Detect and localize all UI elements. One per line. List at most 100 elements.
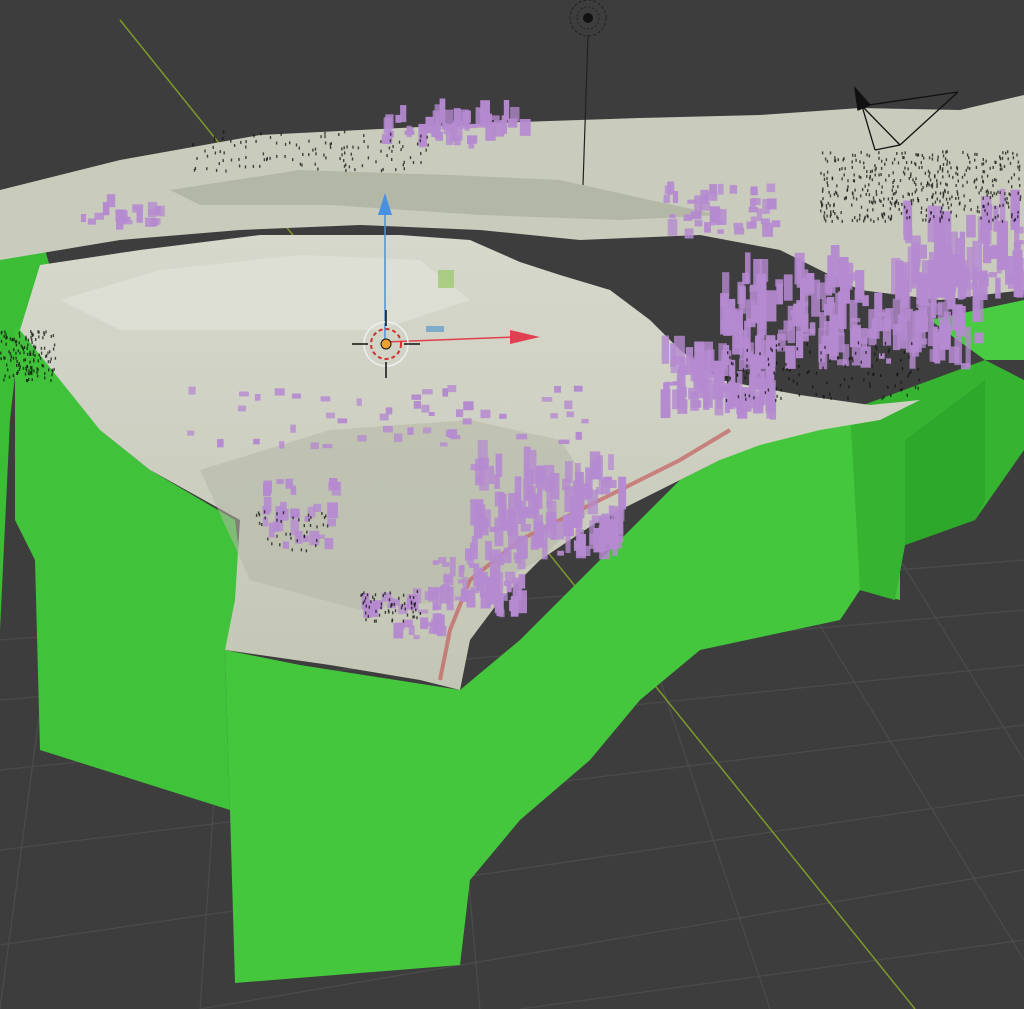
building [425,116,434,134]
point [398,596,400,600]
point [897,202,900,206]
building [948,277,957,293]
point [244,165,247,169]
building [263,483,271,497]
point [322,523,325,527]
point [820,351,822,355]
point [31,341,33,345]
point [893,202,896,206]
point [7,368,9,372]
point [426,135,428,139]
point [880,353,882,357]
point [969,199,971,202]
point [748,394,751,398]
point [29,352,32,356]
building [480,100,490,126]
building [915,314,925,333]
point [366,593,369,597]
building [982,273,989,287]
point [950,166,952,170]
point [258,521,261,525]
point [310,516,312,520]
point [946,159,949,163]
point [869,170,872,174]
point [912,178,914,182]
point [841,167,843,171]
point [309,524,312,527]
point [0,351,2,355]
point [389,591,391,595]
point [956,167,959,171]
point [19,365,21,369]
plane-handle-xy[interactable] [426,326,444,332]
point [952,175,954,179]
point [840,211,842,215]
point [831,219,833,223]
point [848,357,850,361]
building [920,244,927,259]
point [841,219,843,223]
building [80,214,86,223]
viewport-canvas[interactable] [0,0,1024,1009]
point [1001,167,1003,171]
building [618,476,627,510]
point [980,216,982,220]
point [230,139,232,143]
point [3,356,5,360]
point [725,399,728,402]
building [394,433,403,442]
building [290,424,296,433]
point [936,179,938,183]
building [357,435,367,442]
point [284,142,287,146]
point [44,376,46,380]
point [1001,219,1004,223]
point [388,610,390,614]
point [737,395,740,399]
point [935,191,937,195]
building [729,185,738,194]
point [881,212,883,216]
point [939,199,941,203]
point [775,361,778,365]
point [836,215,838,219]
point [911,202,913,206]
building [356,398,362,406]
point [884,341,887,345]
point [844,167,846,171]
point [52,334,55,338]
building [449,557,456,577]
origin-dot [380,338,392,350]
point [928,183,930,187]
point [822,197,824,201]
point [915,183,917,187]
point [880,191,883,194]
building [775,279,784,287]
point [21,346,24,350]
building [523,446,531,478]
building [432,605,442,610]
building [990,245,1000,259]
plane-handle-xz[interactable] [438,270,454,288]
point [852,359,854,363]
point [982,179,984,183]
point [214,138,216,142]
point [843,197,846,201]
building [421,404,430,413]
building [490,592,500,605]
point [1004,197,1006,201]
point [4,330,6,334]
point [35,338,37,341]
point [986,212,988,216]
building [916,300,922,308]
point [352,145,354,149]
point [394,609,397,613]
point [867,189,869,193]
point [23,358,25,362]
point [413,615,415,619]
building [897,314,907,349]
point [1009,193,1011,197]
building [1014,209,1020,250]
point [1007,150,1009,154]
3d-viewport[interactable] [0,0,1024,1009]
